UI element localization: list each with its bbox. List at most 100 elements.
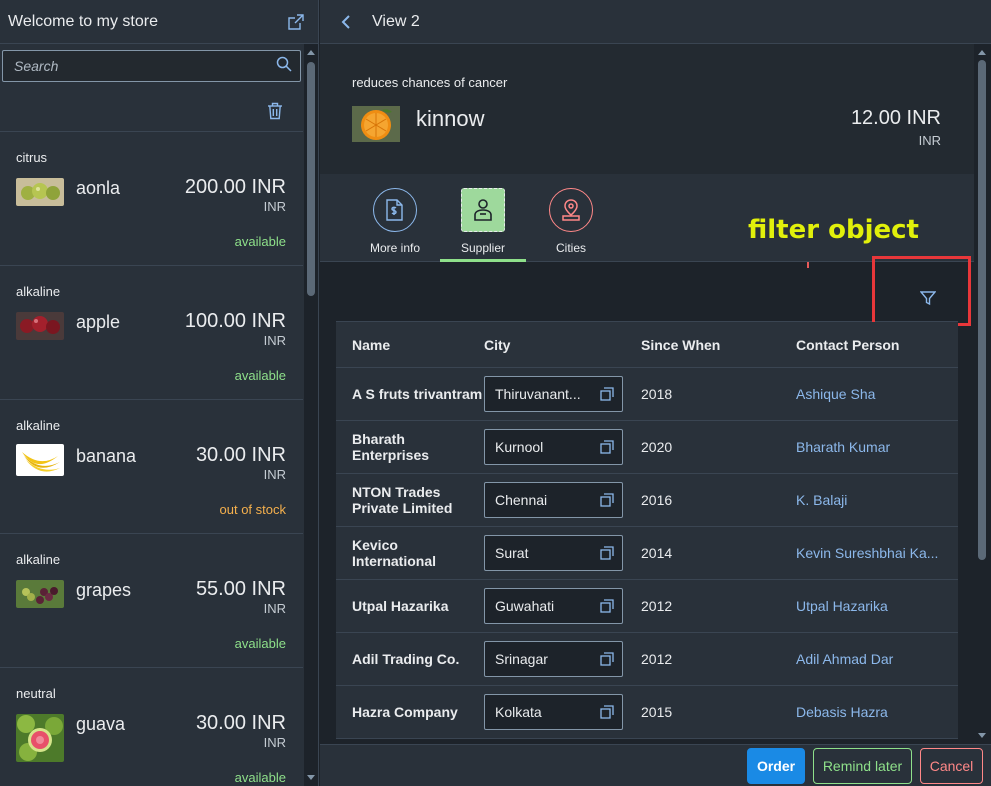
contact-link[interactable]: Kevin Sureshbhai Ka...	[796, 545, 958, 561]
item-category: alkaline	[16, 418, 61, 433]
detail-scrollbar[interactable]	[975, 44, 989, 744]
table-row[interactable]: Hazra Company Kolkata 2015 Debasis Hazra	[336, 686, 958, 739]
supplier-name: Adil Trading Co.	[352, 651, 460, 667]
city-input[interactable]: Kurnool	[484, 429, 623, 465]
location-icon	[549, 188, 593, 232]
value-help-icon[interactable]	[592, 546, 622, 560]
search-field[interactable]	[2, 50, 301, 82]
item-category: citrus	[16, 150, 48, 165]
contact-link[interactable]: K. Balaji	[796, 492, 958, 508]
back-button[interactable]	[340, 12, 360, 32]
value-help-icon[interactable]	[592, 440, 622, 454]
item-unit: INR	[263, 199, 286, 214]
table-row[interactable]: Utpal Hazarika Guwahati 2012 Utpal Hazar…	[336, 580, 958, 633]
remind-later-button[interactable]: Remind later	[813, 748, 912, 784]
tab-cities[interactable]: Cities	[528, 188, 614, 262]
filter-button[interactable]	[916, 286, 940, 310]
master-toolbar	[0, 90, 303, 132]
table-row[interactable]: NTON Trades Private Limited Chennai 2016…	[336, 474, 958, 527]
tab-label: Supplier	[460, 241, 506, 255]
table-row[interactable]: Bharath Enterprises Kurnool 2020 Bharath…	[336, 421, 958, 474]
since-year: 2018	[641, 386, 673, 402]
list-item[interactable]: neutral guava 30.00 INR INR available	[0, 668, 303, 786]
search-icon[interactable]	[276, 56, 292, 77]
supplier-name: Utpal Hazarika	[352, 598, 449, 614]
scroll-down-arrow[interactable]	[307, 775, 315, 780]
list-item[interactable]: citrus aonla 200.00 INR INR available	[0, 132, 303, 266]
city-input[interactable]: Kolkata	[484, 694, 623, 730]
item-status: available	[234, 770, 286, 785]
city-input[interactable]: Srinagar	[484, 641, 623, 677]
item-unit: INR	[263, 735, 286, 750]
scroll-thumb[interactable]	[978, 60, 986, 560]
contact-link[interactable]: Bharath Kumar	[796, 439, 958, 455]
column-header-name[interactable]: Name	[336, 337, 484, 353]
item-category: alkaline	[16, 552, 61, 567]
filter-icon	[920, 291, 936, 306]
item-name: guava	[76, 714, 126, 734]
table-row[interactable]: Kevico International Surat 2014 Kevin Su…	[336, 527, 958, 580]
object-header: reduces chances of cancer kinnow 12.00 I…	[320, 44, 974, 174]
share-icon[interactable]	[284, 10, 308, 34]
item-category: alkaline	[16, 284, 61, 299]
contact-link[interactable]: Debasis Hazra	[796, 704, 958, 720]
city-value: Thiruvanant...	[495, 386, 581, 402]
scroll-up-arrow[interactable]	[978, 50, 986, 55]
list-item[interactable]: alkaline grapes 55.00 INR INR available	[0, 534, 303, 668]
contact-link[interactable]: Utpal Hazarika	[796, 598, 958, 614]
value-help-icon[interactable]	[592, 705, 622, 719]
delete-icon[interactable]	[263, 99, 287, 123]
city-value: Guwahati	[495, 598, 555, 614]
object-title: kinnow	[416, 106, 485, 131]
table-row[interactable]: Adil Trading Co. Srinagar 2012 Adil Ahma…	[336, 633, 958, 686]
table-header: Name City Since When Contact Person	[336, 322, 958, 368]
page-title: View 2	[372, 12, 420, 30]
cancel-button[interactable]: Cancel	[920, 748, 983, 784]
column-header-since[interactable]: Since When	[639, 337, 794, 353]
annotation-label: filter object	[748, 215, 919, 245]
kinnow-image	[352, 106, 400, 142]
tab-supplier[interactable]: Supplier	[440, 188, 526, 262]
item-status: out of stock	[219, 502, 286, 517]
supplier-name: Bharath Enterprises	[352, 431, 430, 463]
contact-link[interactable]: Ashique Sha	[796, 386, 958, 402]
city-value: Surat	[495, 545, 529, 561]
item-name: aonla	[76, 178, 121, 198]
city-value: Chennai	[495, 492, 548, 508]
since-year: 2014	[641, 545, 673, 561]
detail-header: View 2	[320, 0, 991, 44]
item-name: grapes	[76, 580, 132, 600]
since-year: 2016	[641, 492, 673, 508]
footer-toolbar: Order Remind later Cancel	[320, 744, 991, 786]
master-pane: Welcome to my store citrus aon	[0, 0, 319, 786]
city-input[interactable]: Guwahati	[484, 588, 623, 624]
table-row[interactable]: A S fruts trivantram Thiruvanant... 2018…	[336, 368, 958, 421]
city-value: Kurnool	[495, 439, 544, 455]
value-help-icon[interactable]	[592, 599, 622, 613]
value-help-icon[interactable]	[592, 652, 622, 666]
item-name: apple	[76, 312, 121, 332]
city-input[interactable]: Surat	[484, 535, 623, 571]
chevron-left-icon	[341, 14, 350, 29]
apple-thumbnail	[16, 312, 64, 340]
list-item[interactable]: alkaline banana 30.00 INR INR out of sto…	[0, 400, 303, 534]
master-scrollbar[interactable]	[304, 44, 318, 786]
list-item[interactable]: alkaline apple 100.00 INR INR available	[0, 266, 303, 400]
scroll-thumb[interactable]	[307, 62, 315, 296]
value-help-icon[interactable]	[592, 387, 622, 401]
item-unit: INR	[263, 601, 286, 616]
column-header-city[interactable]: City	[484, 337, 639, 353]
banana-thumbnail	[16, 444, 64, 476]
order-button[interactable]: Order	[747, 748, 805, 784]
column-header-contact[interactable]: Contact Person	[794, 337, 958, 353]
scroll-down-arrow[interactable]	[978, 733, 986, 738]
value-help-icon[interactable]	[592, 493, 622, 507]
grapes-thumbnail	[16, 580, 64, 608]
supplier-name: Hazra Company	[352, 704, 458, 720]
search-input[interactable]	[14, 58, 276, 74]
tab-more-info[interactable]: More info	[352, 188, 438, 262]
city-input[interactable]: Thiruvanant...	[484, 376, 623, 412]
contact-link[interactable]: Adil Ahmad Dar	[796, 651, 958, 667]
city-input[interactable]: Chennai	[484, 482, 623, 518]
scroll-up-arrow[interactable]	[307, 50, 315, 55]
